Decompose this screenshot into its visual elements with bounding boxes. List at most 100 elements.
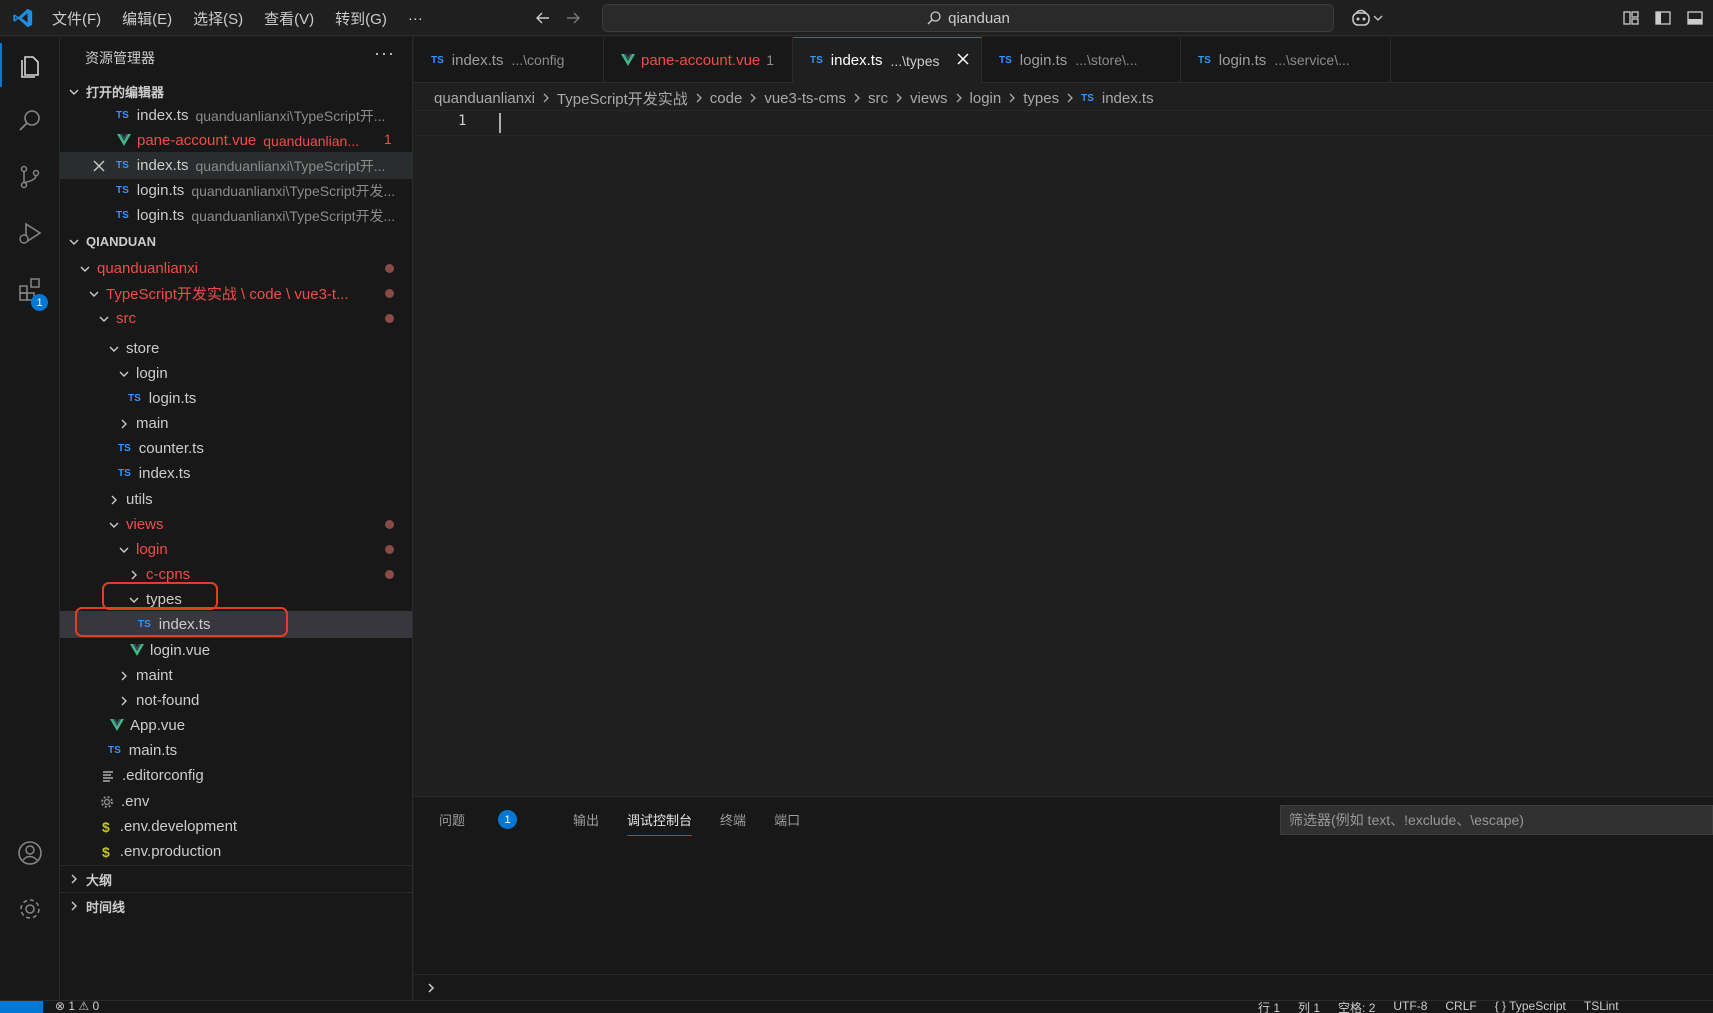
menu-view[interactable]: 查看(V)	[264, 8, 314, 29]
problems-status[interactable]: ⊗ 1 ⚠ 0	[55, 1001, 99, 1013]
breadcrumb-item[interactable]: login	[970, 90, 1002, 107]
tab-path: ...\store\...	[1075, 52, 1138, 68]
tab-debug-console[interactable]: 调试控制台	[627, 810, 693, 836]
tree-file[interactable]: $ .env.development	[60, 813, 412, 840]
menu-file[interactable]: 文件(F)	[52, 8, 101, 29]
panel-tabs: 问题 1 输出 调试控制台 终端 端口	[439, 810, 828, 836]
accounts-button[interactable]	[0, 825, 60, 881]
filter-input[interactable]: 筛选器(例如 text、!exclude、\escape)	[1280, 805, 1713, 835]
debug-console-input[interactable]	[414, 974, 1713, 1001]
breadcrumb-item[interactable]: code	[710, 90, 743, 107]
tslint-status[interactable]: TSLint	[1584, 1001, 1619, 1013]
tree-folder[interactable]: login	[60, 536, 412, 563]
breadcrumb-item[interactable]: TypeScript开发实战	[557, 88, 688, 109]
tree-file[interactable]: .env	[60, 788, 412, 815]
typescript-file-icon: TS	[116, 185, 129, 196]
open-editor-name: index.ts	[136, 157, 189, 174]
breadcrumb-item[interactable]: quanduanlianxi	[434, 90, 535, 107]
tree-file[interactable]: TS index.ts	[60, 460, 412, 487]
open-editor-item[interactable]: TS login.ts quanduanlianxi\TypeScript开发.…	[60, 202, 412, 229]
tree-folder[interactable]: views	[60, 511, 412, 538]
tree-file[interactable]: App.vue	[60, 712, 412, 739]
tree-file[interactable]: TS main.ts	[60, 737, 412, 764]
open-editor-item[interactable]: TS index.ts quanduanlianxi\TypeScript开..…	[60, 152, 412, 179]
run-debug-button[interactable]	[0, 205, 60, 261]
toggle-panel-icon[interactable]	[1684, 7, 1706, 29]
outline-header[interactable]: 大纲	[60, 865, 412, 892]
text-cursor	[499, 113, 501, 133]
indent-status[interactable]: 空格: 2	[1338, 1001, 1375, 1013]
explorer-button[interactable]	[0, 37, 60, 93]
breadcrumb-item[interactable]: src	[868, 90, 888, 107]
tree-file[interactable]: .editorconfig	[60, 762, 412, 789]
column-status[interactable]: 列 1	[1298, 1001, 1320, 1013]
tab-index-config[interactable]: TS index.ts ...\config	[414, 37, 604, 83]
tree-folder[interactable]: utils	[60, 486, 412, 513]
copilot-button[interactable]	[1350, 6, 1390, 30]
menu-go[interactable]: 转到(G)	[335, 8, 387, 29]
tab-label: login.ts	[1218, 51, 1267, 69]
tree-file[interactable]: login.vue	[60, 637, 412, 664]
timeline-header[interactable]: 时间线	[60, 892, 412, 919]
chevron-right-icon	[116, 416, 132, 432]
menu-selection[interactable]: 选择(S)	[193, 8, 243, 29]
chevron-down-icon	[1373, 15, 1383, 21]
tree-folder[interactable]: main	[60, 410, 412, 437]
eol-status[interactable]: CRLF	[1445, 1001, 1476, 1013]
tab-problems[interactable]: 问题 1	[439, 810, 545, 829]
tree-folder[interactable]: quanduanlianxi	[60, 255, 412, 282]
tab-output[interactable]: 输出	[573, 810, 599, 829]
gear-icon	[100, 795, 114, 809]
language-status[interactable]: { } TypeScript	[1495, 1001, 1566, 1013]
current-line	[414, 110, 1713, 136]
menu-edit[interactable]: 编辑(E)	[122, 8, 172, 29]
manage-button[interactable]	[0, 881, 60, 937]
tab-login-service[interactable]: TS login.ts ...\service\...	[1181, 37, 1391, 83]
command-center-search[interactable]: qianduan	[602, 4, 1334, 32]
tree-folder[interactable]: maint	[60, 662, 412, 689]
code-editor[interactable]: 1	[414, 110, 1713, 795]
menu-more[interactable]: ···	[408, 10, 423, 27]
tree-folder[interactable]: login	[60, 360, 412, 387]
forward-arrow-icon[interactable]	[562, 7, 584, 29]
breadcrumb-item[interactable]: index.ts	[1102, 90, 1154, 107]
breadcrumb-item[interactable]: types	[1023, 90, 1059, 107]
tree-file[interactable]: TS counter.ts	[60, 435, 412, 462]
tree-folder[interactable]: src	[60, 305, 412, 332]
remote-indicator[interactable]	[0, 1001, 43, 1013]
extensions-button[interactable]: 1	[0, 261, 60, 317]
tab-ports[interactable]: 端口	[774, 810, 800, 829]
tree-file[interactable]: TS login.ts	[60, 385, 412, 412]
close-icon[interactable]	[955, 51, 971, 71]
workspace-header[interactable]: QIANDUAN	[60, 228, 412, 255]
customize-layout-icon[interactable]	[1620, 7, 1642, 29]
tree-item-label: main.ts	[128, 742, 178, 759]
more-actions-button[interactable]: ···	[374, 43, 395, 64]
open-editor-item[interactable]: pane-account.vue quanduanlian... 1	[60, 127, 412, 154]
tree-file[interactable]: $ .env.production	[60, 838, 412, 865]
encoding-status[interactable]: UTF-8	[1393, 1001, 1427, 1013]
tree-folder[interactable]: store	[60, 335, 412, 362]
toggle-sidebar-icon[interactable]	[1652, 7, 1674, 29]
open-editor-item[interactable]: TS login.ts quanduanlianxi\TypeScript开发.…	[60, 177, 412, 204]
breadcrumb-item[interactable]: views	[910, 90, 948, 107]
tree-folder[interactable]: not-found	[60, 687, 412, 714]
tab-label: pane-account.vue	[641, 51, 761, 69]
search-view-button[interactable]	[0, 93, 60, 149]
line-status[interactable]: 行 1	[1258, 1001, 1280, 1013]
tab-pane-account[interactable]: pane-account.vue 1	[604, 37, 793, 83]
open-editor-item[interactable]: TS index.ts quanduanlianxi\TypeScript开..…	[60, 102, 412, 129]
open-editor-path: quanduanlianxi\TypeScript开发...	[191, 182, 396, 199]
tab-login-store[interactable]: TS login.ts ...\store\...	[982, 37, 1181, 83]
open-editors-header[interactable]: 打开的编辑器	[60, 78, 412, 105]
breadcrumb-item[interactable]: vue3-ts-cms	[764, 90, 846, 107]
open-editors-label: 打开的编辑器	[86, 85, 165, 100]
typescript-file-icon: TS	[118, 468, 131, 479]
source-control-button[interactable]	[0, 149, 60, 205]
back-arrow-icon[interactable]	[532, 7, 554, 29]
tree-item-label: main	[136, 415, 169, 432]
close-icon[interactable]	[92, 159, 108, 173]
tree-folder[interactable]: TypeScript开发实战 \ code \ vue3-t...	[60, 280, 412, 307]
tab-index-types[interactable]: TS index.ts ...\types	[793, 37, 982, 83]
tab-terminal[interactable]: 终端	[720, 810, 746, 829]
